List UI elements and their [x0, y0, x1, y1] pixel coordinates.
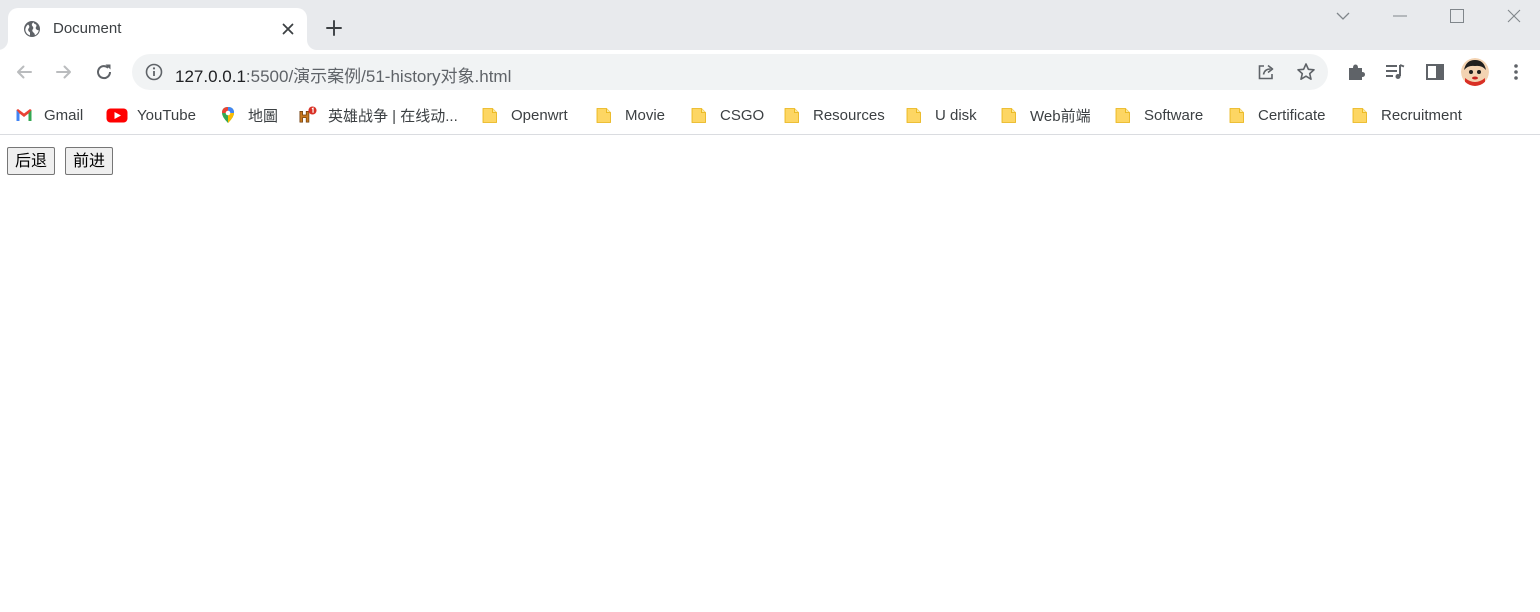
- minimize-button[interactable]: [1377, 0, 1423, 32]
- url-path: :5500/演示案例/51-history对象.html: [245, 67, 512, 86]
- bookmark-folder-recruitment[interactable]: Recruitment: [1352, 104, 1462, 126]
- folder-icon: [1352, 107, 1367, 123]
- bookmark-folder-movie[interactable]: Movie: [596, 104, 665, 126]
- back-button[interactable]: [10, 58, 38, 86]
- kebab-menu-icon: [1514, 64, 1518, 80]
- puzzle-icon: [1349, 64, 1365, 80]
- avatar-icon: [1461, 58, 1489, 86]
- bookmark-label: Web前端: [1030, 107, 1091, 125]
- tab-strip: Document: [0, 0, 1540, 50]
- bookmark-label: Movie: [625, 106, 666, 124]
- game-icon: [299, 106, 317, 123]
- side-panel-button[interactable]: [1424, 61, 1446, 83]
- minimize-icon: [1393, 15, 1407, 17]
- bookmark-label: Recruitment: [1381, 106, 1462, 124]
- bookmark-gmail[interactable]: Gmail: [15, 104, 83, 126]
- new-tab-button[interactable]: [322, 16, 346, 40]
- maximize-button[interactable]: [1434, 0, 1480, 32]
- bookmark-label: 英雄战争 | 在线动...: [328, 107, 458, 125]
- folder-icon: [784, 107, 799, 123]
- side-panel-icon: [1426, 64, 1444, 80]
- folder-icon: [482, 107, 497, 123]
- reload-button[interactable]: [90, 58, 118, 86]
- arrow-left-icon: [17, 65, 32, 79]
- globe-icon: [24, 21, 40, 37]
- bookmark-label: YouTube: [137, 106, 196, 124]
- url-text[interactable]: 127.0.0.1:5500/演示案例/51-history对象.html: [175, 62, 511, 87]
- folder-icon: [691, 107, 706, 123]
- close-icon: [282, 23, 294, 35]
- url-host: 127.0.0.1: [175, 67, 246, 86]
- bookmark-folder-certificate[interactable]: Certificate: [1229, 104, 1326, 126]
- bookmark-folder-u-disk[interactable]: U disk: [906, 104, 977, 126]
- playlist-music-icon: [1386, 64, 1405, 79]
- bookmark-label: Software: [1144, 106, 1204, 124]
- menu-button[interactable]: [1505, 61, 1527, 83]
- bookmark-folder-software[interactable]: Software: [1115, 104, 1203, 126]
- folder-icon: [1001, 107, 1016, 123]
- chevron-down-icon: [1336, 12, 1350, 20]
- maximize-icon: [1450, 9, 1464, 23]
- bookmark-label: CSGO: [720, 106, 765, 124]
- history-forward-button[interactable]: 前进: [65, 147, 114, 175]
- window-close-button[interactable]: [1491, 0, 1537, 32]
- bookmark-label: Openwrt: [511, 106, 568, 124]
- bookmark-folder-csgo[interactable]: CSGO: [691, 104, 764, 126]
- plus-icon: [326, 20, 342, 36]
- bookmark-youtube[interactable]: YouTube: [106, 104, 196, 126]
- media-control-button[interactable]: [1384, 61, 1406, 83]
- history-back-button[interactable]: 后退: [7, 147, 56, 175]
- bookmarks-bar: Gmail YouTube 地圖 英雄战争 | 在线动... Openwrt M…: [0, 95, 1540, 135]
- address-bar[interactable]: 127.0.0.1:5500/演示案例/51-history对象.html: [132, 54, 1328, 90]
- tab-search-button[interactable]: [1320, 0, 1366, 32]
- reload-icon: [97, 64, 112, 80]
- bookmark-label: Gmail: [44, 106, 84, 124]
- gmail-icon: [16, 109, 32, 121]
- bookmark-folder-openwrt[interactable]: Openwrt: [482, 104, 568, 126]
- bookmark-label: U disk: [935, 106, 977, 124]
- tab-document[interactable]: Document: [8, 8, 307, 50]
- folder-icon: [1115, 107, 1130, 123]
- arrow-right-icon: [56, 65, 71, 79]
- youtube-icon: [106, 108, 128, 123]
- bookmark-label: Certificate: [1258, 106, 1326, 124]
- profile-avatar[interactable]: [1461, 58, 1489, 86]
- bookmark-label: 地圖: [248, 107, 279, 125]
- bookmark-star-icon[interactable]: [1296, 62, 1316, 82]
- info-icon[interactable]: [145, 63, 163, 81]
- browser-toolbar: 127.0.0.1:5500/演示案例/51-history对象.html: [0, 50, 1540, 95]
- forward-button[interactable]: [50, 58, 78, 86]
- folder-icon: [1229, 107, 1244, 123]
- folder-icon: [596, 107, 611, 123]
- bookmark-folder-web[interactable]: Web前端: [1001, 104, 1091, 126]
- tab-title: Document: [53, 20, 122, 37]
- extensions-button[interactable]: [1345, 61, 1367, 83]
- close-icon: [1507, 9, 1521, 23]
- bookmark-folder-resources[interactable]: Resources: [784, 104, 885, 126]
- bookmark-label: Resources: [813, 106, 885, 124]
- maps-icon: [222, 107, 234, 123]
- bookmark-maps[interactable]: 地圖: [219, 104, 278, 126]
- share-icon[interactable]: [1256, 62, 1276, 82]
- bookmark-hero-war[interactable]: 英雄战争 | 在线动...: [298, 104, 458, 126]
- page-content: 后退 前进: [0, 136, 1540, 612]
- folder-icon: [906, 107, 921, 123]
- tab-close-button[interactable]: [278, 19, 298, 39]
